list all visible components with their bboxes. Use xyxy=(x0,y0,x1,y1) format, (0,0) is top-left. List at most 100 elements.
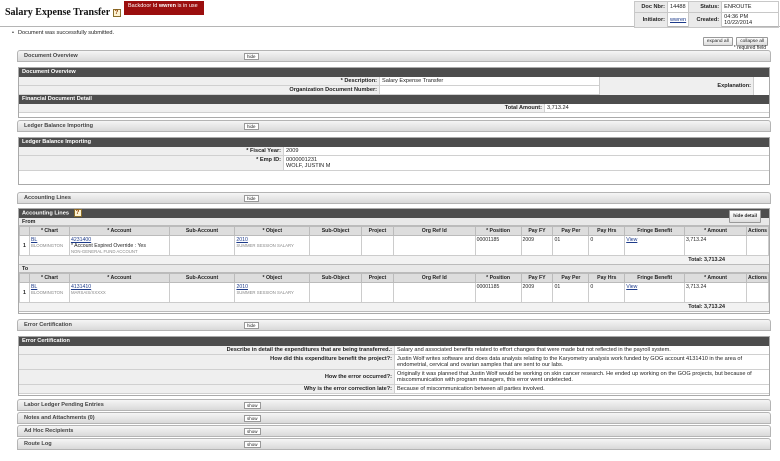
tab-accounting-lines-label: Accounting Lines xyxy=(24,195,71,201)
column-header: Pay Per xyxy=(552,273,590,283)
column-header: * Amount xyxy=(684,273,747,283)
emp-id-row: * Emp ID: 0000001231 WOLF, JUSTIN M xyxy=(19,156,769,171)
column-header: Project xyxy=(361,273,394,283)
column-header: * Position xyxy=(474,226,522,236)
sub-account-cell xyxy=(168,282,236,303)
org-doc-row: Organization Document Number: xyxy=(19,86,599,95)
expand-all-button[interactable]: expand all xyxy=(702,37,733,46)
column-header: Sub-Object xyxy=(309,273,363,283)
fringe-view-link[interactable]: View xyxy=(626,237,637,243)
doc-nbr-label: Doc Nbr: xyxy=(634,1,668,13)
chart-desc: BLOOMINGTON xyxy=(30,290,64,295)
pending-entries-show-button[interactable]: show xyxy=(244,402,261,409)
to-line-row: 1 BL BLOOMINGTON 4131410 MARSAIS/XXXXX 201… xyxy=(19,282,770,303)
accounting-lines-subheader: Accounting Lines ? hide detail xyxy=(19,209,769,223)
total-amount-row: Total Amount: 3,713.24 xyxy=(19,104,769,113)
total-amount-value: 3,713.24 xyxy=(544,104,769,112)
initiator-link[interactable]: wwren xyxy=(670,17,686,23)
sub-object-cell xyxy=(309,282,363,303)
error-certification-hide-button[interactable]: hide xyxy=(244,322,259,329)
created-label: Created: xyxy=(688,12,723,28)
sub-object-cell xyxy=(309,235,362,256)
to-header-row: * Chart * Account Sub-Account * Object S… xyxy=(19,273,770,283)
account-desc: NON-GENERAL FUND ACCOUNT xyxy=(70,249,138,254)
backdoor-prefix: Backdoor Id xyxy=(128,3,159,9)
from-total: Total: 3,713.24 xyxy=(19,256,769,265)
org-ref-cell xyxy=(392,282,476,303)
column-header: Sub-Account xyxy=(168,226,236,236)
notes-show-button[interactable]: show xyxy=(244,415,261,422)
error-q1-row: Describe in detail the expenditures that… xyxy=(19,346,769,355)
accounting-lines-hide-button[interactable]: hide xyxy=(244,195,259,202)
to-total: Total: 3,713.24 xyxy=(19,303,769,312)
num-column-header xyxy=(19,273,30,283)
fiscal-year-label: * Fiscal Year: xyxy=(19,147,283,155)
overview-body: * Description: Salary Expense Transfer O… xyxy=(19,77,769,95)
hide-detail-button[interactable]: hide detail xyxy=(729,210,761,223)
help-icon[interactable]: ? xyxy=(112,8,121,17)
to-lines-table: * Chart * Account Sub-Account * Object S… xyxy=(19,273,770,303)
route-log-show-button[interactable]: show xyxy=(244,441,261,448)
tab-document-overview-label: Document Overview xyxy=(24,53,78,59)
status-label: Status: xyxy=(688,1,723,13)
column-header: * Chart xyxy=(28,273,70,283)
financial-detail-subheader: Financial Document Detail xyxy=(19,95,769,104)
doc-nbr-value: 14488 xyxy=(666,1,690,13)
error-certification-subheader: Error Certification xyxy=(19,337,769,346)
error-certification-section: Error Certification Describe in detail t… xyxy=(18,336,770,396)
error-q2-row: How did this expenditure benefit the pro… xyxy=(19,355,769,370)
error-a1-value: Salary and associated benefits related t… xyxy=(394,346,769,354)
error-q3-row: How the error occurred?: Originally it w… xyxy=(19,370,769,385)
ledger-balance-hide-button[interactable]: hide xyxy=(244,123,259,130)
fringe-view-link[interactable]: View xyxy=(626,284,637,290)
description-row: * Description: Salary Expense Transfer xyxy=(19,77,599,86)
total-amount-label: Total Amount: xyxy=(19,104,544,112)
column-header: * Amount xyxy=(684,226,747,236)
error-q4-label: Why is the error correction late?: xyxy=(19,385,394,393)
pay-per-cell: 01 xyxy=(552,282,590,303)
backdoor-banner: Backdoor Id wwren is in use xyxy=(124,1,204,15)
from-label: From xyxy=(19,218,769,226)
backdoor-suffix: is in use xyxy=(176,3,198,9)
column-header: * Object xyxy=(234,273,311,283)
line-number: 1 xyxy=(19,282,30,303)
initiator-label: Initiator: xyxy=(634,12,668,28)
column-header: Org Ref Id xyxy=(392,273,476,283)
accounting-help-icon[interactable]: ? xyxy=(73,209,82,217)
error-q1-label: Describe in detail the expenditures that… xyxy=(19,346,394,354)
page-title: Salary Expense Transfer ? xyxy=(5,7,121,18)
ledger-balance-subheader: Ledger Balance Importing xyxy=(19,138,769,147)
column-header: * Position xyxy=(474,273,522,283)
account-cell: 4231400 * Account Expired Override : Yes N… xyxy=(68,235,170,256)
actions-cell xyxy=(745,235,770,256)
actions-cell xyxy=(745,282,770,303)
tab-route-log-label: Route Log xyxy=(24,441,52,447)
emp-id-cell: 0000001231 WOLF, JUSTIN M xyxy=(283,156,769,170)
object-desc: SUMMER SESSION SALARY xyxy=(236,290,294,295)
account-cell: 4131410 MARSAIS/XXXXX xyxy=(68,282,170,303)
project-cell xyxy=(361,282,394,303)
object-cell: 2010 SUMMER SESSION SALARY xyxy=(234,235,311,256)
error-q3-label: How the error occurred?: xyxy=(19,370,394,384)
column-header: Pay Hrs xyxy=(588,226,626,236)
org-ref-cell xyxy=(392,235,476,256)
pay-hrs-cell: 0 xyxy=(588,282,626,303)
column-header: * Chart xyxy=(28,226,70,236)
document-overview-hide-button[interactable]: hide xyxy=(244,53,259,60)
emp-name-value: WOLF, JUSTIN M xyxy=(286,163,331,169)
chart-desc: BLOOMINGTON xyxy=(30,243,64,248)
tab-ledger-balance-label: Ledger Balance Importing xyxy=(24,123,94,129)
column-header: Org Ref Id xyxy=(392,226,476,236)
pay-fy-cell: 2009 xyxy=(520,235,554,256)
tab-document-overview: Document Overview hide xyxy=(17,50,771,62)
ledger-balance-section: Ledger Balance Importing * Fiscal Year: … xyxy=(18,137,770,185)
from-lines-table: * Chart * Account Sub-Account * Object S… xyxy=(19,226,770,256)
adhoc-show-button[interactable]: show xyxy=(244,428,261,435)
tab-adhoc: Ad Hoc Recipients show xyxy=(17,425,771,437)
line-number: 1 xyxy=(19,235,30,256)
tab-route-log: Route Log show xyxy=(17,438,771,450)
document-overview-subheader: Document Overview xyxy=(19,68,769,77)
column-header: Sub-Account xyxy=(168,273,236,283)
object-desc: SUMMER SESSION SALARY xyxy=(236,243,294,248)
object-cell: 2010 SUMMER SESSION SALARY xyxy=(234,282,311,303)
